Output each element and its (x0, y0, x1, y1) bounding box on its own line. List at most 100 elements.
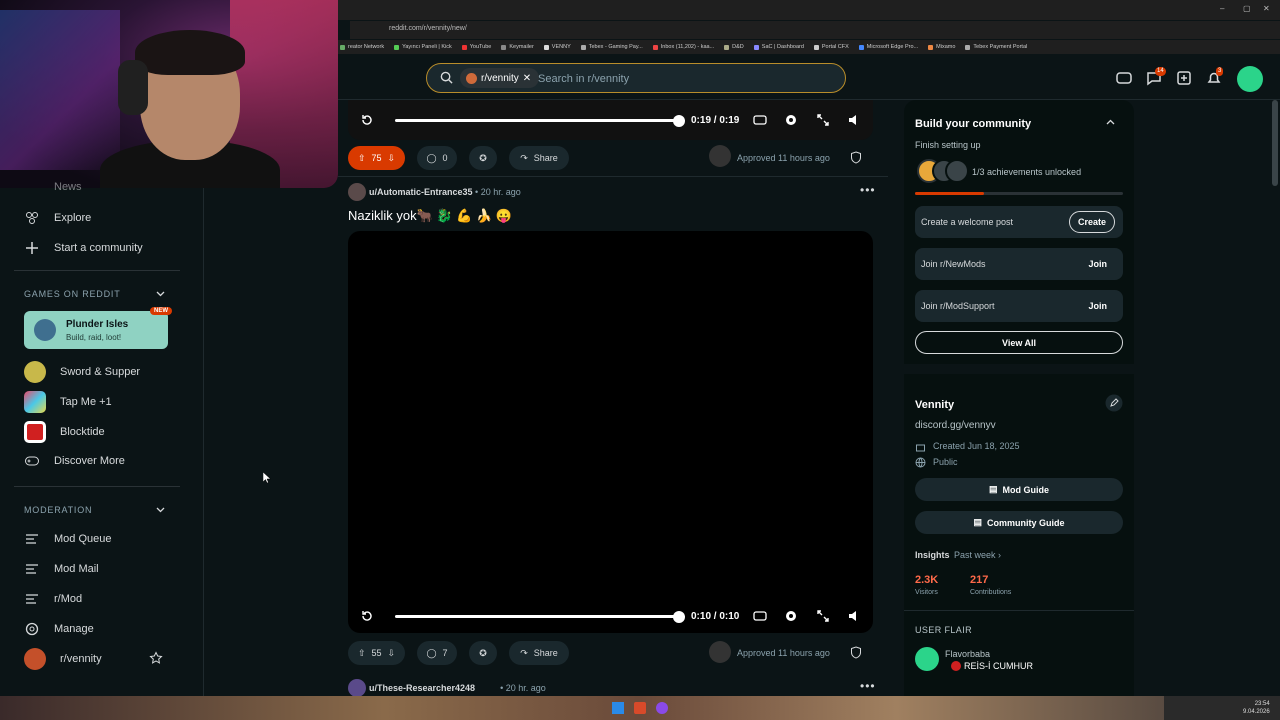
downvote-icon[interactable]: ⇩ (388, 648, 396, 659)
award-button[interactable]: ✪ (469, 641, 497, 665)
vote-pill[interactable]: ⇧ 75 ⇩ (348, 146, 405, 170)
bookmark-item[interactable]: reator Network (340, 44, 384, 50)
video-scrubber-2[interactable] (673, 611, 685, 623)
bookmark-item[interactable]: YouTube (461, 44, 491, 50)
chevron-down-icon[interactable] (155, 504, 166, 515)
comments-button[interactable]: ◯ 0 (417, 146, 457, 170)
volume-icon[interactable] (847, 113, 861, 127)
settings-gear-icon[interactable] (784, 609, 798, 623)
chevron-down-icon[interactable] (155, 288, 166, 299)
star-icon[interactable] (149, 651, 163, 665)
share-button[interactable]: ↷ Share (509, 641, 569, 665)
downvote-icon[interactable]: ⇩ (388, 153, 396, 164)
insights-period[interactable]: Past week › (954, 550, 1001, 560)
edit-pencil-icon[interactable] (1105, 394, 1123, 412)
bookmark-item[interactable]: Inbox (11,202) - kaa... (652, 44, 715, 50)
captions-icon[interactable] (753, 609, 767, 623)
post-author[interactable]: u/Automatic-Entrance35 (369, 187, 473, 197)
upvote-icon[interactable]: ⇧ (358, 153, 366, 164)
address-bar[interactable] (350, 21, 1280, 39)
obs-icon[interactable] (656, 702, 668, 714)
fullscreen-icon[interactable] (816, 113, 830, 127)
games-section-header[interactable]: GAMES ON REDDIT (24, 289, 121, 299)
flair-user-avatar[interactable] (915, 647, 939, 671)
settings-gear-icon[interactable] (784, 113, 798, 127)
video-player-2[interactable] (348, 231, 873, 633)
sidebar-item-mod-mail[interactable]: Mod Mail (24, 561, 99, 577)
create-button[interactable]: Create (1068, 211, 1115, 233)
visitors-label: Visitors (915, 589, 938, 596)
view-all-button[interactable]: View All (915, 331, 1123, 354)
create-post-icon[interactable] (1174, 68, 1194, 88)
captions-icon[interactable] (753, 113, 767, 127)
video-scrubber-1[interactable] (673, 115, 685, 127)
sidebar-item-r-mod[interactable]: r/Mod (24, 591, 82, 607)
task-create-welcome-post[interactable]: Create a welcome post Create (915, 206, 1123, 238)
bookmark-item[interactable]: D&D (724, 44, 744, 50)
user-avatar[interactable] (1237, 66, 1263, 92)
replay-icon[interactable] (360, 113, 374, 127)
bookmark-item[interactable]: Microsoft Edge Pro... (858, 44, 918, 50)
join-button[interactable]: Join (1080, 253, 1115, 275)
mod-shield-icon[interactable] (850, 646, 862, 659)
bookmark-label: Inbox (11,202) - kaa... (660, 44, 715, 50)
sidebar-item-mod-queue[interactable]: Mod Queue (24, 531, 111, 547)
sidebar-item-explore[interactable]: Explore (24, 210, 91, 226)
moderation-section-header[interactable]: MODERATION (24, 505, 92, 515)
volume-icon[interactable] (847, 609, 861, 623)
system-clock[interactable]: 23:54 9.04.2026 (1243, 700, 1270, 716)
url-text[interactable]: reddit.com/r/vennity/new/ (389, 25, 467, 32)
sidebar-item-manage[interactable]: Manage (24, 621, 94, 637)
sidebar-item-tap-me[interactable]: Tap Me +1 (24, 391, 112, 413)
task-join-newmods[interactable]: Join r/NewMods Join (915, 248, 1123, 280)
fullscreen-icon[interactable] (816, 609, 830, 623)
author-avatar[interactable] (348, 183, 366, 201)
mod-guide-button[interactable]: ▤ Mod Guide (915, 478, 1123, 501)
bookmark-item[interactable]: Mixamo (928, 44, 955, 50)
author-avatar[interactable] (348, 679, 366, 697)
sidebar-item-sword-supper[interactable]: Sword & Supper (24, 361, 140, 383)
subreddit-search-chip[interactable]: r/vennity ✕ (460, 68, 540, 88)
bookmark-favicon-icon (724, 44, 730, 50)
search-icon[interactable] (440, 71, 453, 84)
vote-pill[interactable]: ⇧ 55 ⇩ (348, 641, 405, 665)
chevron-up-icon[interactable] (1105, 117, 1116, 128)
community-guide-button[interactable]: ▤ Community Guide (915, 511, 1123, 534)
comments-button[interactable]: ◯ 7 (417, 641, 457, 665)
bookmark-item[interactable]: Tebex Payment Portal (965, 44, 1027, 50)
sidebar-item-r-vennity[interactable]: r/vennity (24, 648, 102, 670)
featured-game-card[interactable]: Plunder Isles Build, raid, loot! NEW (24, 307, 172, 349)
start-menu-icon[interactable] (612, 702, 624, 714)
video-progress-2[interactable] (395, 615, 679, 618)
post-author[interactable]: u/These-Researcher4248 (369, 683, 475, 693)
comment-icon: ◯ (426, 152, 437, 163)
bookmark-item[interactable]: Tebex - Gaming Pay... (580, 44, 643, 50)
bookmark-item[interactable]: SaC | Dashboard (753, 44, 804, 50)
clear-chip-icon[interactable]: ✕ (523, 73, 531, 84)
sidebar-item-start-community[interactable]: Start a community (24, 240, 143, 256)
award-button[interactable]: ✪ (469, 146, 497, 170)
share-button[interactable]: ↷ Share (509, 146, 569, 170)
task-join-modsupport[interactable]: Join r/ModSupport Join (915, 290, 1123, 322)
sidebar-item-blocktide[interactable]: Blocktide (24, 421, 105, 443)
video-progress-1[interactable] (395, 119, 679, 122)
mod-shield-icon[interactable] (850, 151, 862, 164)
post-title[interactable]: Naziklik yok🐂 🐉 💪 🍌 😛 (348, 208, 512, 224)
bookmark-item[interactable]: Portal CFX (813, 44, 849, 50)
replay-icon[interactable] (360, 609, 374, 623)
bookmark-item[interactable]: VENNY (543, 44, 571, 50)
minimize-icon[interactable]: – (1220, 4, 1224, 13)
upvote-icon[interactable]: ⇧ (358, 648, 366, 659)
sidebar-item-discover-more[interactable]: Discover More (24, 453, 125, 469)
bookmark-item[interactable]: Yayıncı Paneli | Kick (394, 44, 452, 50)
sidebar-item-news[interactable]: News (24, 181, 82, 193)
bookmark-item[interactable]: Keymailer (501, 44, 534, 50)
advertise-icon[interactable] (1114, 68, 1134, 88)
close-icon[interactable]: ✕ (1263, 4, 1270, 13)
page-scrollbar[interactable] (1272, 100, 1278, 186)
join-button[interactable]: Join (1080, 295, 1115, 317)
more-options-icon[interactable]: ••• (860, 183, 876, 197)
more-options-icon[interactable]: ••• (860, 679, 876, 693)
brave-browser-icon[interactable] (634, 702, 646, 714)
maximize-icon[interactable]: ▢ (1243, 4, 1251, 13)
